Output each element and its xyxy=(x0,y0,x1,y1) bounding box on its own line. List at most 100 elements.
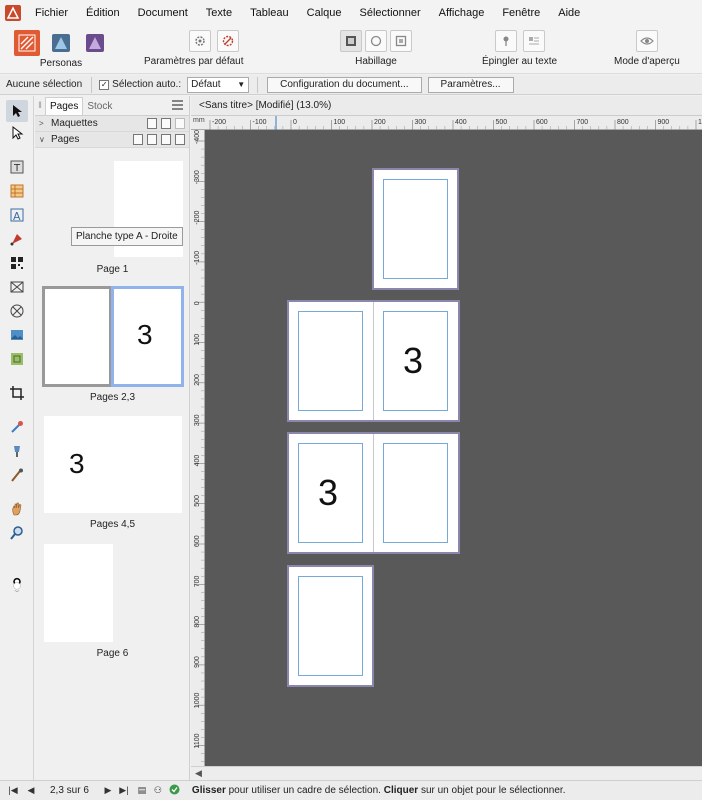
svg-text:T: T xyxy=(13,163,21,174)
menu-fenetre[interactable]: Fenêtre xyxy=(493,0,549,26)
color-swatch[interactable] xyxy=(6,566,28,604)
preview-mode-button[interactable] xyxy=(635,30,658,52)
margin-guide xyxy=(383,179,448,279)
photo-persona-button[interactable] xyxy=(82,30,108,56)
place-image-tool[interactable] xyxy=(6,324,28,346)
hand-icon xyxy=(12,502,22,516)
ellipse-frame-tool[interactable] xyxy=(6,300,28,322)
tab-stock[interactable]: Stock xyxy=(83,98,116,115)
view-tool[interactable] xyxy=(6,498,28,520)
page-options-icon[interactable] xyxy=(133,134,143,145)
spread-right-thumbnail[interactable]: 3 xyxy=(111,286,184,387)
settings-button[interactable]: Paramètres... xyxy=(427,76,514,93)
panel-menu-icon[interactable] xyxy=(172,100,183,113)
menu-edition[interactable]: Édition xyxy=(77,0,129,26)
document-tab[interactable]: <Sans titre> [Modifié] (13.0%) xyxy=(191,96,702,116)
table-tool[interactable] xyxy=(6,180,28,202)
wrap-square-button[interactable] xyxy=(340,30,362,52)
document-setup-button[interactable]: Configuration du document... xyxy=(267,76,422,93)
designer-persona-button[interactable] xyxy=(48,30,74,56)
transparency-tool[interactable] xyxy=(6,464,28,486)
crop-tool[interactable] xyxy=(6,382,28,404)
first-page-icon[interactable]: |◀ xyxy=(6,785,20,796)
pen-tool[interactable] xyxy=(6,228,28,250)
ruler-label: 100 xyxy=(194,334,201,346)
auto-select-dropdown[interactable]: Défaut ▼ xyxy=(187,76,250,93)
page-1[interactable] xyxy=(372,168,459,290)
tab-pages[interactable]: Pages xyxy=(45,97,84,115)
previous-page-icon[interactable]: ◀ xyxy=(24,785,38,796)
panel-grip-icon[interactable]: ‖ xyxy=(35,95,45,115)
menu-fichier[interactable]: Fichier xyxy=(26,0,77,26)
menu-selectionner[interactable]: Sélectionner xyxy=(351,0,430,26)
separator xyxy=(91,76,93,93)
context-toolbar: Aucune sélection ✓ Sélection auto.: Défa… xyxy=(0,75,702,95)
masters-section-header[interactable]: > Maquettes xyxy=(35,116,189,132)
wrap-square-icon xyxy=(346,36,356,46)
panel-tabs: ‖ Pages Stock xyxy=(35,96,189,116)
add-page-icon[interactable] xyxy=(147,134,157,145)
page-number-text: 3 xyxy=(403,340,424,381)
page-thumbnail[interactable] xyxy=(44,544,113,642)
margin-guide xyxy=(298,311,363,411)
menu-calque[interactable]: Calque xyxy=(298,0,351,26)
master-options-icon[interactable] xyxy=(147,118,157,129)
preflight-ok-icon[interactable] xyxy=(169,784,180,798)
fill-icon xyxy=(14,446,20,457)
delete-page-icon[interactable] xyxy=(175,134,185,145)
wrap-none-icon xyxy=(395,35,407,47)
ruler-label: 300 xyxy=(415,119,427,126)
node-tool[interactable] xyxy=(6,122,28,144)
page-list-icon[interactable]: ▤ xyxy=(135,785,149,796)
picture-frame-rect-icon xyxy=(10,281,24,293)
publisher-persona-button[interactable] xyxy=(14,30,40,56)
color-picker-tool[interactable] xyxy=(6,416,28,438)
last-page-icon[interactable]: ▶| xyxy=(117,785,131,796)
display-options-icon[interactable]: ⚇ xyxy=(151,785,165,796)
arrow-pointer-icon xyxy=(13,105,22,117)
next-page-icon[interactable]: ▶ xyxy=(101,785,115,796)
pin-float-button[interactable] xyxy=(522,30,545,52)
artistic-text-tool[interactable]: A xyxy=(6,204,28,226)
defaults-settings-button[interactable] xyxy=(188,30,211,52)
menu-aide[interactable]: Aide xyxy=(549,0,589,26)
wrap-tight-button[interactable] xyxy=(365,30,387,52)
auto-select-toggle[interactable]: ✓ Sélection auto.: xyxy=(95,79,185,90)
frame-text-tool[interactable]: T xyxy=(6,156,28,178)
scroll-left-icon[interactable]: ◀ xyxy=(195,768,202,779)
menu-tableau[interactable]: Tableau xyxy=(241,0,298,26)
page-6[interactable] xyxy=(287,565,374,687)
qr-code-tool[interactable] xyxy=(6,252,28,274)
document-canvas[interactable]: 3 3 xyxy=(205,130,702,766)
add-master-icon[interactable] xyxy=(161,118,171,129)
pages-section-header[interactable]: ∨ Pages xyxy=(35,132,189,148)
wrap-none-button[interactable] xyxy=(390,30,412,52)
pages-label: Pages xyxy=(51,134,80,145)
fill-tool[interactable] xyxy=(6,440,28,462)
vertical-ruler[interactable]: -400 -300 -200 -100 0 100 200 300 400 500 600 700 80… xyxy=(191,130,205,766)
zoom-tool[interactable] xyxy=(6,522,28,544)
menu-affichage[interactable]: Affichage xyxy=(430,0,494,26)
delete-master-icon[interactable] xyxy=(175,118,185,129)
horizontal-scrollbar[interactable]: ◀ xyxy=(191,766,702,780)
pin-inline-button[interactable] xyxy=(494,30,517,52)
horizontal-ruler[interactable]: -200 -100 0 100 200 300 400 500 600 700 800 900 1000… xyxy=(191,116,702,130)
frame-text-icon: T xyxy=(10,160,24,174)
menu-texte[interactable]: Texte xyxy=(197,0,241,26)
masters-label: Maquettes xyxy=(51,118,98,129)
defaults-reset-button[interactable] xyxy=(216,30,239,52)
spread-thumbnail[interactable]: 3 xyxy=(44,416,182,513)
place-layout-tool[interactable] xyxy=(6,348,28,370)
picture-frame-tool[interactable] xyxy=(6,276,28,298)
selection-status: Aucune sélection xyxy=(6,79,83,90)
pin-group: Épingler au texte xyxy=(482,26,557,67)
move-tool[interactable] xyxy=(6,100,28,122)
add-spread-icon[interactable] xyxy=(161,134,171,145)
spread-spine xyxy=(373,302,374,420)
spread-2-3[interactable]: 3 xyxy=(287,300,460,422)
auto-select-checkbox[interactable]: ✓ xyxy=(99,79,110,90)
spread-left-thumbnail[interactable] xyxy=(42,286,112,387)
spread-4-5[interactable]: 3 xyxy=(287,432,460,554)
menu-document[interactable]: Document xyxy=(129,0,197,26)
ruler-label: 400 xyxy=(455,119,467,126)
